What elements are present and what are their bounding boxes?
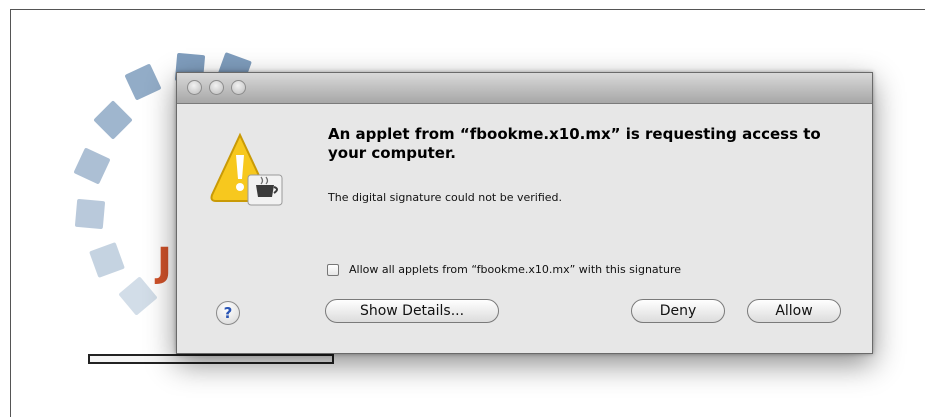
loading-progress-bar — [88, 354, 334, 364]
security-warning-dialog: An applet from “fbookme.x10.mx” is reque… — [176, 72, 873, 354]
warning-triangle-icon — [210, 131, 284, 211]
frame-border-left — [10, 9, 11, 417]
deny-button[interactable]: Deny — [631, 299, 725, 323]
spinner-segment — [118, 276, 158, 316]
spinner-segment — [93, 100, 133, 140]
frame-border-top — [10, 9, 925, 10]
signature-status-text: The digital signature could not be verif… — [328, 191, 563, 204]
show-details-button[interactable]: Show Details... — [325, 299, 499, 323]
allow-all-applets-option[interactable]: Allow all applets from “fbookme.x10.mx” … — [327, 263, 681, 276]
window-titlebar[interactable] — [177, 73, 872, 104]
spinner-segment — [73, 147, 111, 185]
dialog-headline: An applet from “fbookme.x10.mx” is reque… — [328, 125, 821, 162]
spinner-segment — [74, 198, 106, 230]
allow-all-checkbox-label[interactable]: Allow all applets from “fbookme.x10.mx” … — [349, 263, 681, 276]
allow-all-checkbox[interactable] — [327, 263, 339, 276]
screenshot-stage: J An applet from “fbookme.x10.mx” is req… — [0, 0, 925, 417]
spinner-segment — [124, 63, 162, 101]
java-logo-letter: J — [157, 240, 172, 286]
spinner-segment — [89, 242, 125, 278]
java-cup-icon — [247, 174, 283, 206]
close-window-icon[interactable] — [187, 80, 202, 95]
help-icon[interactable]: ? — [216, 301, 240, 325]
zoom-window-icon[interactable] — [231, 80, 246, 95]
allow-button[interactable]: Allow — [747, 299, 841, 323]
minimize-window-icon[interactable] — [209, 80, 224, 95]
